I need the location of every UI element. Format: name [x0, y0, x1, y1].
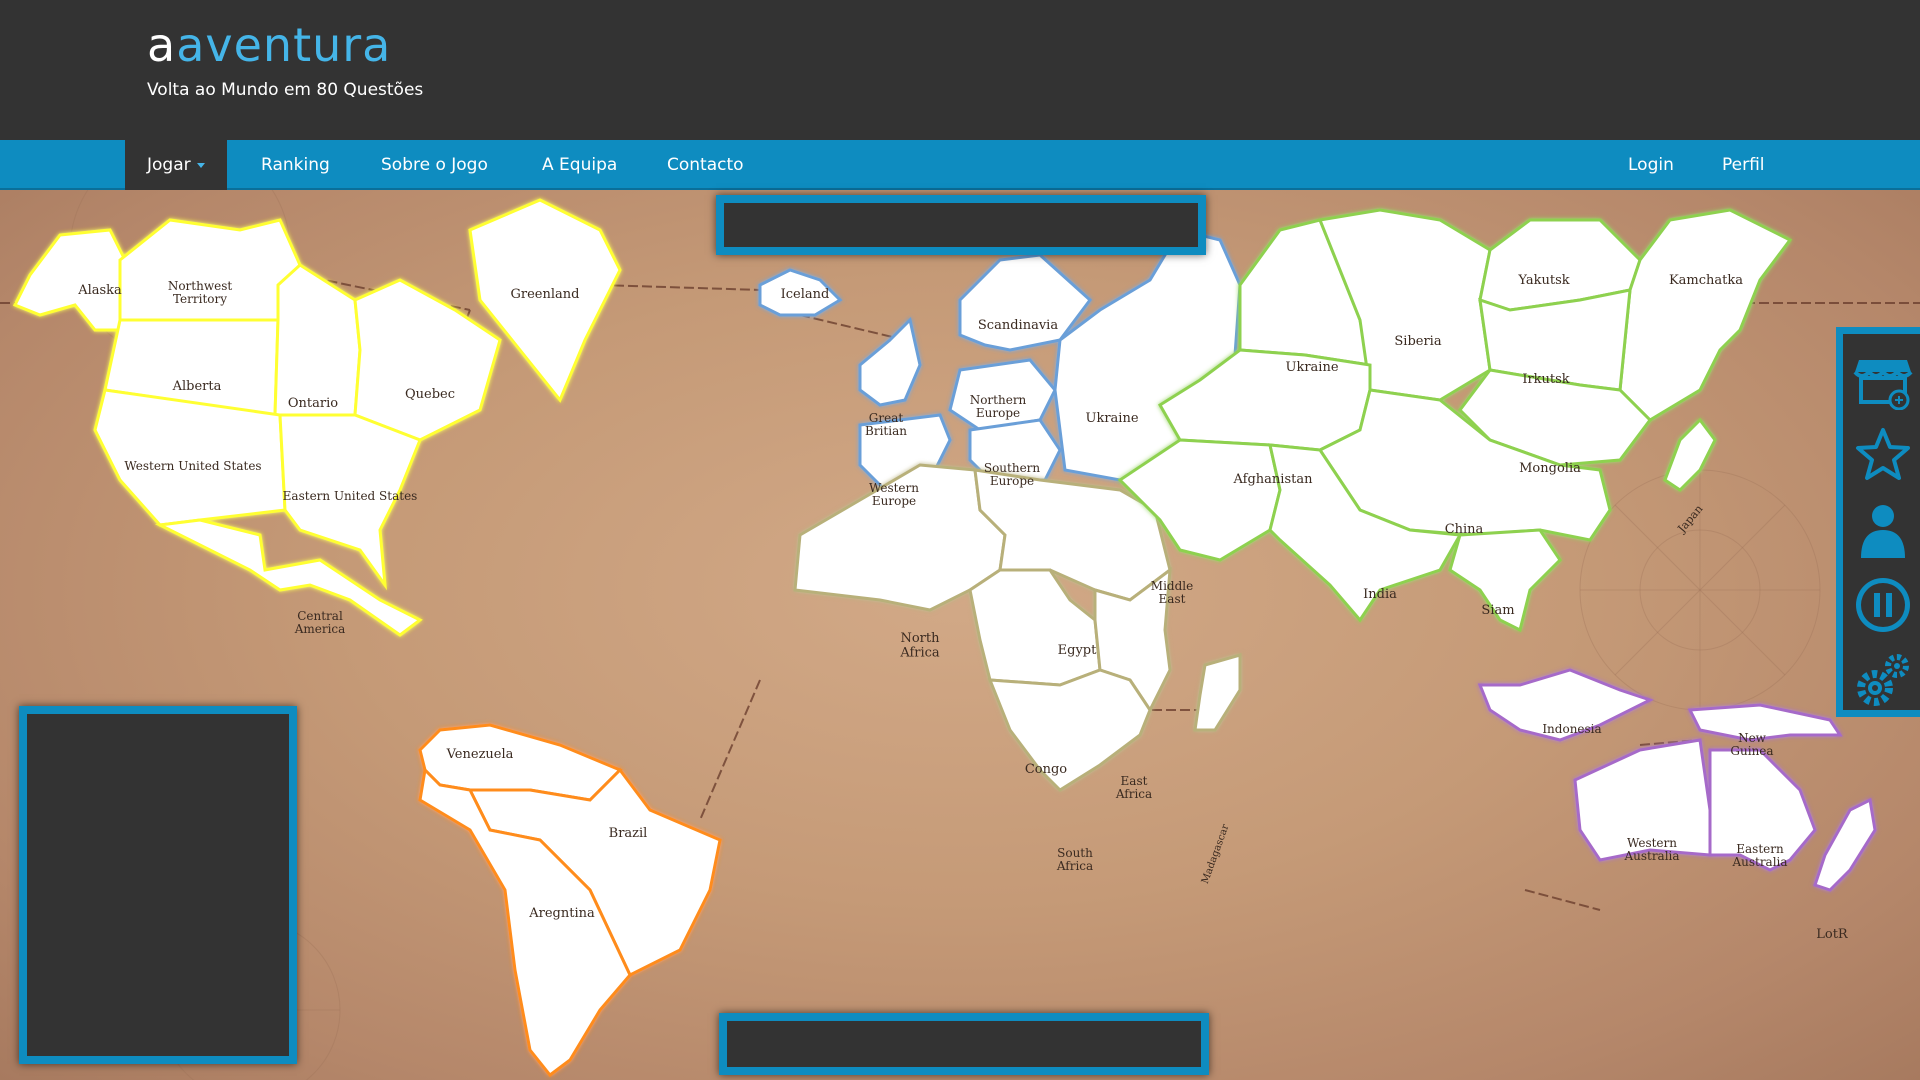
- nav-ranking[interactable]: Ranking: [239, 140, 352, 190]
- main-navbar: Jogar Ranking Sobre o Jogo A Equipa Cont…: [0, 140, 1920, 190]
- label-ukraine-asia: Ukraine: [1285, 360, 1338, 375]
- label-siam: Siam: [1481, 603, 1514, 618]
- site-header: aaventura Volta ao Mundo em 80 Questões: [0, 0, 1920, 140]
- label-ukraine-eu: Ukraine: [1085, 411, 1138, 426]
- label-iceland: Iceland: [781, 287, 830, 302]
- label-northwest-territory: Northwest Territory: [168, 279, 233, 306]
- nav-login[interactable]: Login: [1606, 140, 1696, 190]
- profile-button[interactable]: [1853, 500, 1913, 560]
- label-madagascar: Madagascar: [1200, 823, 1232, 886]
- question-panel: [716, 195, 1206, 255]
- shop-button[interactable]: [1853, 350, 1913, 411]
- label-north-africa: North Africa: [899, 631, 940, 660]
- territory-madagascar[interactable]: [1193, 653, 1242, 732]
- label-irkutsk: Irkutsk: [1522, 372, 1569, 387]
- territory-south-africa[interactable]: [987, 668, 1152, 792]
- nav-contacto[interactable]: Contacto: [645, 140, 766, 190]
- label-afghanistan: Afghanistan: [1233, 472, 1314, 487]
- caret-down-icon: [196, 162, 205, 168]
- settings-button[interactable]: [1853, 650, 1913, 710]
- player-info-panel: [19, 706, 297, 1064]
- label-venezuela: Venezuela: [446, 747, 514, 762]
- answer-panel: [719, 1013, 1209, 1075]
- territory-western-us[interactable]: [93, 388, 287, 527]
- label-scandinavia: Scandinavia: [978, 318, 1058, 333]
- label-southern-europe: Southern Europe: [984, 461, 1041, 488]
- label-egypt: Egypt: [1058, 643, 1097, 658]
- label-lotr: LotR: [1816, 927, 1849, 942]
- territory-lotr[interactable]: [1813, 797, 1877, 892]
- continent-south-america: [418, 723, 722, 1078]
- label-eastern-us: Eastern United States: [283, 489, 418, 503]
- label-argentina: Aregntina: [528, 906, 595, 921]
- label-china: China: [1445, 522, 1484, 537]
- label-kamchatka: Kamchatka: [1669, 273, 1743, 288]
- territory-great-britain[interactable]: [858, 317, 922, 407]
- site-logo[interactable]: aaventura: [147, 18, 391, 72]
- nav-jogar-label: Jogar: [147, 155, 191, 175]
- label-east-africa: East Africa: [1115, 774, 1152, 801]
- label-northern-europe: Northern Europe: [970, 393, 1027, 420]
- nav-sobre-o-jogo[interactable]: Sobre o Jogo: [359, 140, 510, 190]
- label-congo: Congo: [1025, 762, 1067, 777]
- game-toolbar: [1836, 327, 1920, 717]
- label-great-britain: Great Britian: [865, 411, 907, 438]
- star-icon: [1856, 428, 1910, 480]
- label-india: India: [1363, 587, 1397, 602]
- territory-quebec[interactable]: [353, 278, 502, 442]
- pause-button[interactable]: [1853, 575, 1913, 635]
- territory-kamchatka[interactable]: [1618, 208, 1793, 422]
- label-western-us: Western United States: [124, 459, 261, 473]
- logo-accent: aventura: [176, 18, 392, 72]
- territory-japan[interactable]: [1663, 417, 1717, 492]
- label-siberia: Siberia: [1394, 334, 1441, 349]
- label-eastern-australia: Eastern Australia: [1731, 842, 1787, 869]
- profile-icon: [1861, 505, 1905, 558]
- logo-prefix: a: [147, 18, 177, 72]
- settings-icon: [1857, 654, 1909, 706]
- label-alaska: Alaska: [77, 283, 122, 298]
- label-brazil: Brazil: [609, 826, 648, 841]
- territory-ontario[interactable]: [273, 263, 362, 417]
- label-yakutsk: Yakutsk: [1517, 273, 1569, 288]
- favorites-button[interactable]: [1853, 425, 1913, 485]
- label-indonesia: Indonesia: [1542, 722, 1601, 736]
- continent-north-america: [12, 198, 622, 637]
- label-western-europe: Western Europe: [869, 481, 919, 508]
- territory-congo[interactable]: [968, 568, 1102, 687]
- nav-perfil[interactable]: Perfil: [1700, 140, 1787, 190]
- label-south-africa: South Africa: [1056, 846, 1093, 873]
- shop-icon: [1853, 360, 1913, 411]
- label-western-australia: Western Australia: [1623, 836, 1679, 863]
- label-quebec: Quebec: [405, 387, 455, 402]
- label-mongolia: Mongolia: [1519, 461, 1581, 476]
- label-alberta: Alberta: [172, 379, 222, 394]
- nav-a-equipa[interactable]: A Equipa: [520, 140, 639, 190]
- nav-jogar[interactable]: Jogar: [125, 140, 227, 190]
- territory-alaska[interactable]: [12, 228, 127, 332]
- label-greenland: Greenland: [511, 287, 580, 302]
- label-central-america: Central America: [294, 609, 346, 636]
- site-tagline: Volta ao Mundo em 80 Questões: [147, 80, 424, 100]
- label-ontario: Ontario: [288, 396, 338, 411]
- pause-icon: [1856, 578, 1910, 632]
